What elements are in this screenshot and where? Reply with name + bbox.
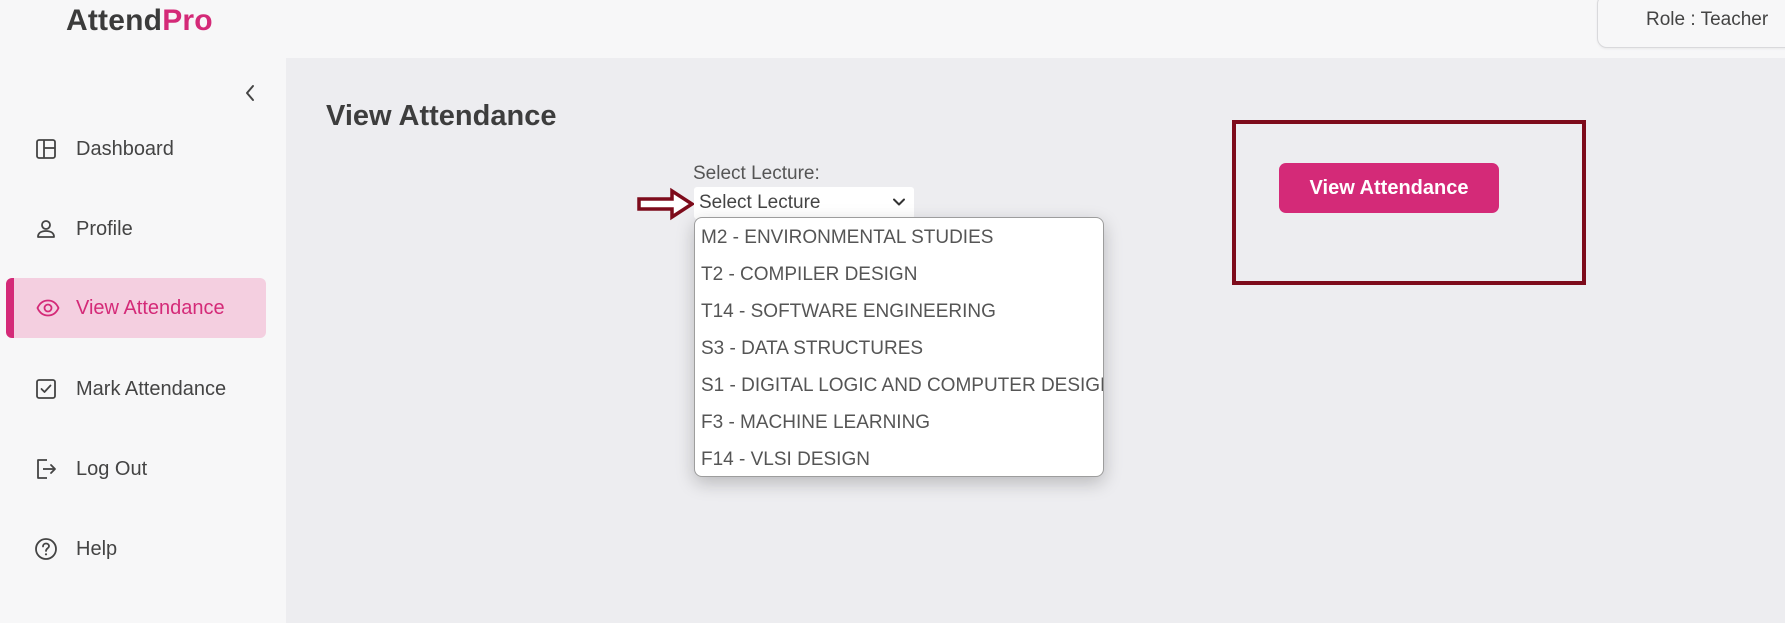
sidebar-item-label: Dashboard: [76, 137, 174, 160]
sidebar-item-mark-attendance[interactable]: Mark Attendance: [6, 359, 266, 419]
lecture-dropdown-list: M2 - ENVIRONMENTAL STUDIES T2 - COMPILER…: [694, 217, 1104, 477]
checkbox-icon: [36, 379, 56, 399]
dropdown-option[interactable]: F3 - MACHINE LEARNING: [701, 412, 1101, 449]
role-label: Role : Teacher: [1646, 9, 1769, 30]
dropdown-option[interactable]: S3 - DATA STRUCTURES: [701, 338, 1101, 375]
user-icon: [37, 220, 55, 238]
sidebar-collapse-button[interactable]: [240, 80, 260, 106]
layout-icon: [36, 139, 56, 159]
sidebar-item-label: Help: [76, 537, 118, 560]
chevron-down-icon: [893, 198, 905, 206]
sidebar-item-label: Profile: [76, 217, 133, 240]
logo-text-accent: Pro: [162, 4, 213, 37]
sidebar-item-profile[interactable]: Profile: [6, 199, 266, 259]
logout-icon: [37, 459, 56, 479]
dropdown-option[interactable]: T14 - SOFTWARE ENGINEERING: [701, 301, 1101, 338]
arrow-right-icon: [637, 187, 696, 221]
lecture-select[interactable]: Select Lecture: [694, 187, 914, 219]
sidebar-item-label: View Attendance: [76, 296, 225, 319]
app-logo: AttendPro: [66, 4, 213, 38]
sidebar-item-label: Mark Attendance: [76, 377, 227, 400]
chevron-left-icon: [246, 85, 254, 101]
view-attendance-button[interactable]: View Attendance: [1279, 163, 1499, 213]
sidebar-item-label: Log Out: [76, 457, 148, 480]
sidebar-item-view-attendance[interactable]: View Attendance: [6, 278, 266, 338]
sidebar-item-help[interactable]: Help: [6, 519, 266, 579]
lecture-select-label: Select Lecture:: [693, 163, 820, 184]
dropdown-option[interactable]: S1 - DIGITAL LOGIC AND COMPUTER DESIGN: [701, 375, 1103, 412]
logo-text-main: Attend: [66, 4, 163, 37]
eye-icon: [36, 299, 60, 317]
page-title: View Attendance: [326, 100, 557, 132]
lecture-select-value: Select Lecture: [699, 192, 821, 213]
sidebar-item-dashboard[interactable]: Dashboard: [6, 119, 266, 179]
dropdown-option[interactable]: T2 - COMPILER DESIGN: [701, 264, 1101, 301]
dropdown-option[interactable]: M2 - ENVIRONMENTAL STUDIES: [701, 227, 1101, 264]
help-icon: [35, 538, 57, 560]
dropdown-option[interactable]: F14 - VLSI DESIGN: [701, 449, 1101, 476]
sidebar-item-log-out[interactable]: Log Out: [6, 439, 266, 499]
